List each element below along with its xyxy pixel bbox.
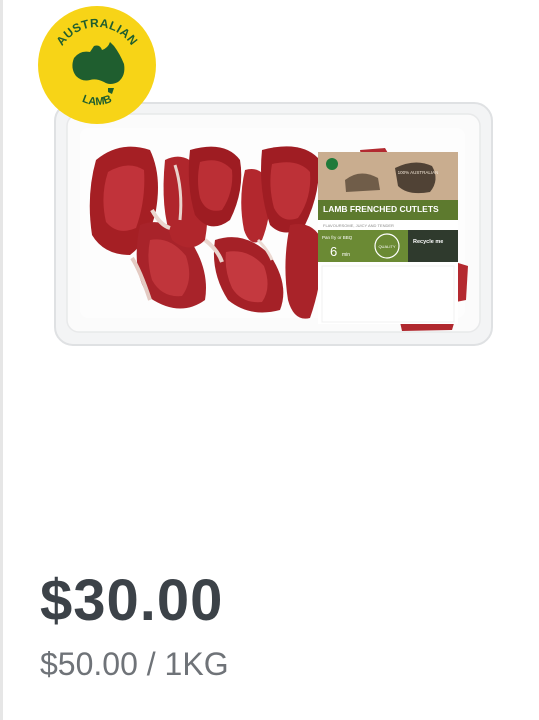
australia-map-icon (72, 42, 125, 94)
cook-time: 6 (330, 244, 337, 259)
label-title: LAMB FRENCHED CUTLETS (323, 204, 439, 214)
quality-seal: QUALITY (378, 244, 395, 249)
label-subtitle: FLAVOURSOME, JUICY AND TENDER (323, 223, 394, 228)
svg-text:AUSTRALIAN: AUSTRALIAN (53, 16, 140, 48)
australian-lamb-badge: AUSTRALIAN LAMB (38, 6, 156, 124)
product-image[interactable]: 100% AUSTRALIAN LAMB FRENCHED CUTLETS FL… (0, 0, 539, 440)
badge-line1: AUSTRALIAN (53, 16, 140, 48)
svg-text:LAMB: LAMB (81, 93, 114, 108)
badge-line2: LAMB (81, 93, 114, 108)
package-label: 100% AUSTRALIAN LAMB FRENCHED CUTLETS FL… (318, 152, 458, 324)
product-price: $30.00 (40, 568, 224, 633)
cook-label: Pan fry or BBQ (322, 235, 353, 240)
label-stamp: 100% AUSTRALIAN (398, 170, 439, 175)
recycle-note: Recycle me (413, 239, 443, 245)
cook-unit: min (342, 252, 350, 258)
unit-price: $50.00 / 1KG (40, 646, 229, 682)
